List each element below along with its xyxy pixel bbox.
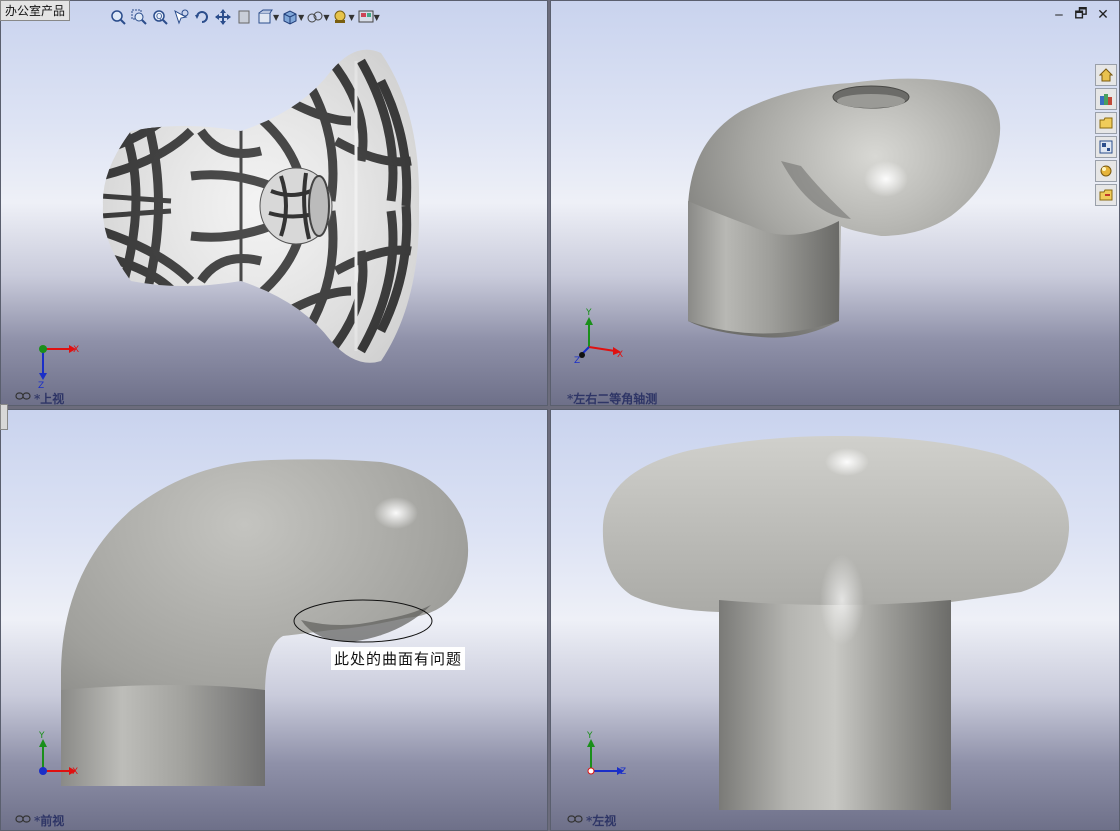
hide-show-items-icon[interactable] [330, 6, 350, 28]
appearances-icon[interactable] [1095, 160, 1117, 182]
left-model: Y Z [586, 435, 1070, 810]
link-view-icon[interactable] [15, 815, 31, 823]
axis-label-z: Z [620, 767, 626, 777]
view-label-top: *上视 [34, 392, 65, 406]
previous-view-icon[interactable] [234, 6, 254, 28]
view-orientation-icon[interactable] [280, 6, 300, 28]
task-pane-tabs [1095, 64, 1117, 206]
file-explorer-icon[interactable] [1095, 112, 1117, 134]
axis-triad: X Z [38, 345, 79, 391]
view-label-front: *前视 [34, 814, 65, 828]
zoom-to-area-icon[interactable] [129, 6, 149, 28]
section-view-icon[interactable] [255, 6, 275, 28]
zoom-to-selection-icon[interactable] [171, 6, 191, 28]
close-button[interactable]: ✕ [1096, 7, 1110, 23]
axis-label-x: X [72, 767, 78, 777]
axis-label-z: Z [574, 356, 580, 366]
front-model: Y X [38, 459, 469, 786]
pan-icon[interactable] [213, 6, 233, 28]
viewport-split-handle[interactable] [0, 404, 8, 430]
axis-label-y: Y [585, 308, 592, 318]
office-products-tab[interactable]: 办公室产品 [0, 0, 71, 21]
link-view-icon[interactable] [567, 815, 583, 823]
edit-appearance-icon[interactable] [356, 6, 376, 28]
svg-text:Q: Q [156, 12, 162, 21]
custom-properties-icon[interactable] [1095, 184, 1117, 206]
view-palette-icon[interactable] [1095, 136, 1117, 158]
minimize-button[interactable]: ‒ [1052, 7, 1066, 23]
isometric-model: Y X Z [574, 78, 1001, 366]
link-view-icon[interactable] [15, 392, 31, 400]
axis-label-y: Y [586, 731, 593, 741]
view-label-left: *左视 [586, 814, 617, 828]
axis-triad: Y Z [586, 731, 626, 777]
restore-button[interactable]: 🗗 [1074, 6, 1088, 22]
design-library-icon[interactable] [1095, 88, 1117, 110]
zebra-stripes-model: X Z [38, 49, 420, 391]
axis-triad: Y X Z [574, 308, 623, 366]
viewport-top[interactable]: X Z *上视 [0, 0, 548, 406]
rotate-view-icon[interactable] [192, 6, 212, 28]
axis-label-x: X [73, 345, 79, 355]
problem-note-label: 此处的曲面有问题 [331, 647, 466, 670]
viewport-front[interactable]: Y X *前视 [0, 409, 548, 831]
display-style-icon[interactable] [305, 6, 325, 28]
viewport-isometric[interactable]: Y X Z *左右二等角轴测 [550, 0, 1120, 406]
axis-label-y: Y [38, 731, 45, 741]
zoom-in-out-icon[interactable]: Q [150, 6, 170, 28]
view-label-isometric: *左右二等角轴测 [567, 392, 658, 406]
viewport-left[interactable]: Y Z *左视 [550, 409, 1120, 831]
zoom-to-fit-icon[interactable] [108, 6, 128, 28]
window-controls: ‒ 🗗 ✕ [1052, 6, 1110, 23]
home-icon[interactable] [1095, 64, 1117, 86]
view-toolbar: Q ▼ ▼ ▼ ▼ ▼ [108, 4, 380, 30]
axis-label-x: X [617, 350, 623, 360]
